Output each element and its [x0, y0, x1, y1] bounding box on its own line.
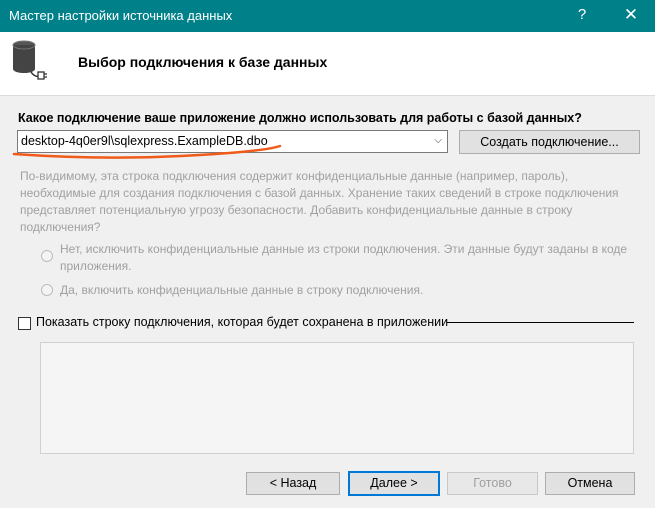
title-bar: Мастер настройки источника данных ? ✕ — [0, 0, 655, 32]
show-connection-string-checkbox[interactable] — [18, 317, 31, 330]
close-icon[interactable]: ✕ — [619, 4, 643, 26]
next-button[interactable]: Далее > — [348, 471, 440, 496]
connection-string-textbox[interactable] — [40, 342, 634, 454]
chevron-down-icon[interactable]: ⌵ — [434, 135, 442, 146]
radio-exclude-label: Нет, исключить конфиденциальные данные и… — [60, 242, 628, 273]
database-plug-icon — [12, 40, 47, 80]
help-icon[interactable]: ? — [572, 5, 592, 25]
finish-button[interactable]: Готово — [447, 472, 538, 495]
show-connection-string-label[interactable]: Показать строку подключения, которая буд… — [36, 315, 448, 329]
window-title: Мастер настройки источника данных — [9, 8, 233, 23]
connection-question: Какое подключение ваше приложение должно… — [18, 111, 582, 125]
cancel-button[interactable]: Отмена — [545, 472, 635, 495]
radio-exclude-sensitive[interactable] — [41, 250, 53, 262]
sensitive-data-note: По-видимому, эта строка подключения соде… — [20, 169, 619, 234]
annotation-underline — [12, 144, 282, 159]
separator-line — [447, 322, 634, 323]
back-button[interactable]: < Назад — [246, 472, 340, 495]
page-title: Выбор подключения к базе данных — [78, 54, 328, 70]
radio-include-sensitive[interactable] — [41, 284, 53, 296]
radio-include-label: Да, включить конфиденциальные данные в с… — [60, 283, 424, 297]
create-connection-button[interactable]: Создать подключение... — [459, 130, 640, 154]
wizard-header: Выбор подключения к базе данных — [0, 32, 655, 96]
